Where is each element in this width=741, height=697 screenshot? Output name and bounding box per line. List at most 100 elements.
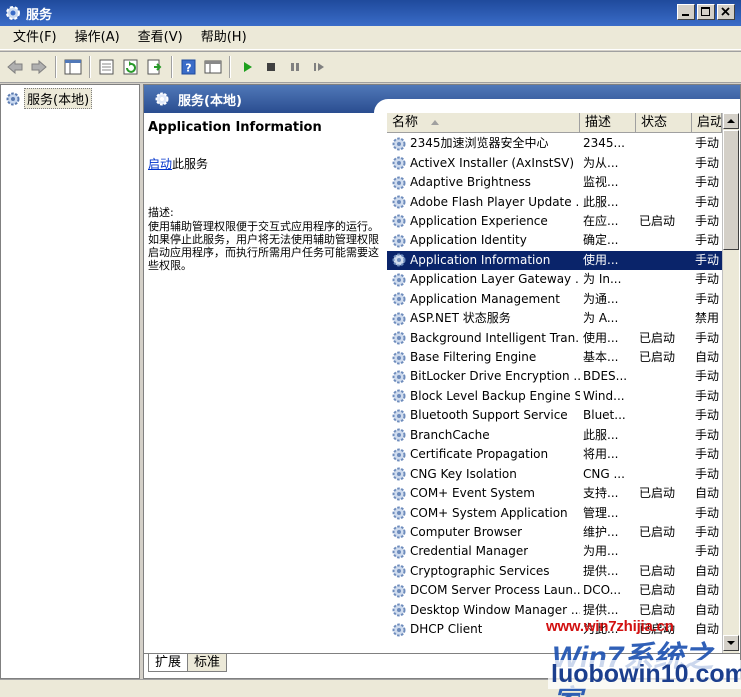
service-row[interactable]: COM+ System Application 管理... 手动: [387, 503, 722, 522]
service-desc: Wind...: [583, 388, 625, 403]
export-button[interactable]: [143, 56, 166, 79]
service-startup: 手动: [695, 330, 720, 345]
gear-icon: [392, 389, 406, 403]
arrow-up-icon: [727, 119, 735, 123]
service-row[interactable]: Credential Manager 为用... 手动: [387, 542, 722, 561]
restart-button[interactable]: [307, 56, 330, 79]
minimize-button[interactable]: [677, 4, 695, 20]
service-row[interactable]: CNG Key Isolation CNG ... 手动: [387, 464, 722, 483]
service-startup: 手动: [695, 369, 720, 384]
service-row[interactable]: Application Management 为通... 手动: [387, 290, 722, 309]
gear-icon: [392, 351, 406, 365]
gear-icon: [392, 214, 406, 228]
maximize-icon: [701, 7, 710, 16]
help-button[interactable]: ?: [177, 56, 200, 79]
start-service-link[interactable]: 启动: [148, 157, 172, 171]
service-name: Bluetooth Support Service: [410, 408, 568, 423]
start-icon: [243, 62, 252, 72]
column-header-status[interactable]: 状态: [636, 113, 692, 133]
menu-view[interactable]: 查看(V): [129, 26, 192, 50]
service-desc: 使用...: [583, 252, 619, 267]
back-button[interactable]: [3, 56, 26, 79]
scroll-thumb[interactable]: [723, 130, 739, 250]
service-row[interactable]: Application Identity 确定... 手动: [387, 231, 722, 250]
service-rows: 2345加速浏览器安全中心 2345... 手动 ActiveX Installer …: [387, 134, 722, 639]
service-name-cell: ASP.NET 状态服务: [387, 309, 580, 328]
close-button[interactable]: [717, 4, 735, 20]
service-startup: 手动: [695, 213, 720, 228]
service-row[interactable]: BitLocker Drive Encryption ... BDES... 手动: [387, 367, 722, 386]
forward-button[interactable]: [27, 56, 50, 79]
menu-action[interactable]: 操作(A): [66, 26, 129, 50]
column-header-description[interactable]: 描述: [580, 113, 636, 133]
service-startup: 手动: [695, 427, 720, 442]
service-startup: 手动: [695, 272, 720, 287]
service-row[interactable]: Bluetooth Support Service Bluet... 手动: [387, 406, 722, 425]
gear-icon: [392, 428, 406, 442]
service-row[interactable]: Application Information 使用... 手动: [387, 250, 722, 271]
service-desc: 为用...: [583, 544, 619, 559]
service-name-cell: Application Experience: [387, 212, 580, 231]
gear-icon: [392, 253, 406, 267]
properties-button[interactable]: [95, 56, 118, 79]
stop-button[interactable]: [259, 56, 282, 79]
service-row[interactable]: Adaptive Brightness 监视... 手动: [387, 173, 722, 192]
service-name: Application Layer Gateway ...: [410, 272, 580, 287]
start-button[interactable]: [235, 56, 258, 79]
service-row[interactable]: Block Level Backup Engine S... Wind... 手动: [387, 387, 722, 406]
service-row[interactable]: Adobe Flash Player Update ... 此服... 手动: [387, 192, 722, 211]
vertical-scrollbar[interactable]: [722, 113, 739, 653]
service-startup: 手动: [695, 233, 720, 248]
service-startup: 手动: [695, 194, 720, 209]
maximize-button[interactable]: [697, 4, 715, 20]
service-desc: 为通...: [583, 291, 619, 306]
menu-file[interactable]: 文件(F): [4, 26, 66, 50]
content-header-title: 服务(本地): [178, 93, 242, 109]
toolbar-separator: [89, 56, 91, 78]
gear-icon: [6, 6, 20, 20]
service-row[interactable]: DCOM Server Process Laun... DCO... 已启动 自动: [387, 581, 722, 600]
service-name-cell: Adobe Flash Player Update ...: [387, 193, 580, 212]
service-desc: 维护...: [583, 524, 619, 539]
service-row[interactable]: Computer Browser 维护... 已启动 手动: [387, 523, 722, 542]
pause-button[interactable]: [283, 56, 306, 79]
service-row[interactable]: Application Layer Gateway ... 为 In... 手动: [387, 270, 722, 289]
minimize-icon: [682, 14, 689, 16]
svg-text:?: ?: [185, 62, 191, 75]
tab-standard[interactable]: 标准: [187, 654, 228, 672]
column-header-startup[interactable]: 启动: [692, 113, 722, 133]
show-tree-button[interactable]: [61, 56, 84, 79]
tree-item-services-local[interactable]: 服务(本地): [5, 88, 93, 109]
scroll-up-button[interactable]: [723, 113, 739, 129]
service-row[interactable]: Background Intelligent Tran... 使用... 已启动 手动: [387, 328, 722, 347]
menu-help[interactable]: 帮助(H): [192, 26, 256, 50]
service-startup: 手动: [695, 544, 720, 559]
service-row[interactable]: COM+ Event System 支持... 已启动 自动: [387, 484, 722, 503]
service-row[interactable]: 2345加速浏览器安全中心 2345... 手动: [387, 134, 722, 153]
service-name: Certificate Propagation: [410, 447, 549, 462]
window-title: 服务: [26, 7, 53, 23]
service-name: DHCP Client: [410, 622, 483, 637]
service-row[interactable]: Certificate Propagation 将用... 手动: [387, 445, 722, 464]
help-icon: ?: [181, 59, 195, 75]
service-row[interactable]: ASP.NET 状态服务 为 A... 禁用: [387, 309, 722, 328]
service-row[interactable]: Application Experience 在应... 已启动 手动: [387, 212, 722, 231]
description-panel: Application Information 启动此服务 描述: 使用辅助管理…: [148, 119, 384, 649]
service-row[interactable]: ActiveX Installer (AxInstSV) 为从... 手动: [387, 153, 722, 172]
column-header-name[interactable]: 名称: [387, 113, 580, 133]
refresh-button[interactable]: [119, 56, 142, 79]
gear-icon: [392, 506, 406, 520]
service-desc: 监视...: [583, 175, 619, 190]
service-name: Cryptographic Services: [410, 563, 550, 578]
restart-icon: [313, 63, 324, 71]
service-title: Application Information: [148, 120, 322, 135]
tab-extended[interactable]: 扩展: [148, 654, 189, 672]
service-row[interactable]: Cryptographic Services 提供... 已启动 自动: [387, 562, 722, 581]
service-row[interactable]: BranchCache 此服... 手动: [387, 426, 722, 445]
gear-icon: [392, 487, 406, 501]
show-tree-icon: [64, 59, 81, 75]
service-startup: 自动: [695, 350, 720, 365]
service-desc: 为 A...: [583, 311, 619, 326]
console-button[interactable]: [201, 56, 224, 79]
service-row[interactable]: Base Filtering Engine 基本... 已启动 自动: [387, 348, 722, 367]
